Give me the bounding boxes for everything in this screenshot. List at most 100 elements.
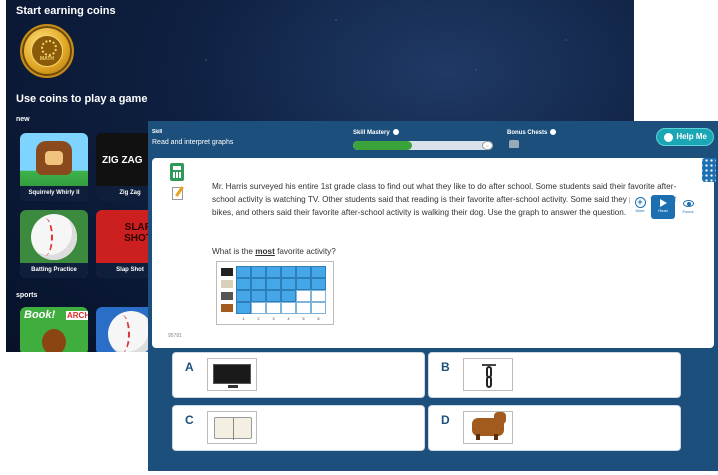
question-prompt: What is the most favorite activity? — [212, 247, 336, 256]
info-icon[interactable] — [550, 129, 557, 135]
baseball-icon — [31, 214, 77, 260]
game-tile-football[interactable]: Book! ARCH — [20, 307, 88, 352]
choice-letter: D — [441, 413, 450, 427]
graph-cell — [251, 278, 266, 290]
choice-letter: C — [185, 413, 194, 427]
mastery-goal-icon: ○ — [482, 141, 493, 150]
graph-cell — [266, 290, 281, 302]
help-icon — [664, 133, 673, 142]
coin-label: MATH — [31, 35, 63, 67]
more-tool-button[interactable]: + More — [630, 195, 650, 219]
question-id: 95781 — [168, 333, 182, 339]
game-art-text-2: ARCH — [66, 311, 88, 320]
graph-cell — [281, 302, 296, 314]
graph-cell — [266, 278, 281, 290]
graph-cell — [296, 302, 311, 314]
prompt-end: favorite activity? — [274, 247, 336, 256]
question-text: Mr. Harris surveyed his entire 1st grade… — [212, 182, 692, 218]
section-sports-label: sports — [16, 292, 38, 299]
answer-choice-b[interactable]: B — [428, 352, 681, 398]
earn-coins-heading: Start earning coins — [16, 5, 116, 17]
mastery-heading: Skill Mastery — [353, 129, 399, 136]
question-card: 95781 Mr. Harris surveyed his entire 1st… — [152, 158, 714, 348]
practice-top-bar: Skill Read and interpret graphs Skill Ma… — [148, 121, 718, 155]
game-art-text: Book! — [24, 309, 56, 321]
mastery-progress-fill — [353, 141, 412, 150]
skill-practice-panel: Skill Read and interpret graphs Skill Ma… — [148, 121, 718, 471]
graph-tick-label: 3 — [272, 316, 275, 321]
tv-icon — [221, 268, 233, 276]
graph-cell — [311, 266, 326, 278]
choice-letter: A — [185, 360, 194, 374]
graph-cell — [266, 266, 281, 278]
answer-choice-a[interactable]: A — [172, 352, 425, 398]
screenshot-stage: Start earning coins MATH Use coins to pl… — [0, 0, 718, 475]
mastery-heading-text: Skill Mastery — [353, 130, 390, 136]
graph-cell — [311, 302, 326, 314]
answer-picture — [463, 358, 513, 391]
answer-choice-d[interactable]: D — [428, 405, 681, 451]
game-tile-batting-practice[interactable]: Batting Practice — [20, 210, 88, 278]
mastery-progress-bar — [353, 141, 493, 150]
books-icon — [214, 417, 252, 440]
graph-cell — [236, 302, 251, 314]
graph-cell — [266, 302, 281, 314]
help-me-label: Help Me — [676, 132, 707, 141]
prompt-emphasis: most — [255, 247, 275, 256]
graph-tick-label: 6 — [317, 316, 320, 321]
focus-mode-button[interactable]: Focus — [676, 195, 700, 219]
bike-icon — [482, 362, 496, 388]
game-tile-squirrely-whirly[interactable]: Squirrely Whirly II — [20, 133, 88, 201]
game-title: Batting Practice — [20, 263, 88, 278]
dog-icon — [472, 412, 506, 440]
tv-icon — [213, 364, 251, 388]
game-title: Squirrely Whirly II — [20, 186, 88, 201]
answer-picture — [463, 411, 513, 444]
skill-heading: Skill — [152, 129, 163, 135]
books-icon — [221, 280, 233, 288]
graph-cell — [281, 266, 296, 278]
graph-cell — [296, 290, 311, 302]
plus-icon: + — [634, 197, 646, 208]
graph-cell — [296, 266, 311, 278]
apps-grid-icon[interactable] — [702, 158, 716, 182]
graph-cell — [236, 266, 251, 278]
graph-cell — [296, 278, 311, 290]
pictograph-grid — [236, 266, 328, 314]
football-icon — [42, 329, 66, 352]
graph-tick-label: 2 — [257, 316, 260, 321]
scratchpad-icon[interactable] — [172, 187, 183, 200]
read-aloud-button[interactable]: Read — [651, 195, 675, 219]
graph-tick-label: 5 — [302, 316, 305, 321]
use-coins-heading: Use coins to play a game — [16, 93, 148, 105]
read-label: Read — [658, 208, 668, 213]
answer-picture — [207, 411, 257, 444]
play-icon — [659, 199, 667, 207]
graph-cell — [311, 290, 326, 302]
more-label: More — [635, 208, 645, 213]
eye-icon — [682, 200, 694, 207]
graph-tick-label: 4 — [287, 316, 290, 321]
calculator-icon[interactable] — [170, 163, 184, 181]
zig-zag-logo: ZIG ZAG — [102, 155, 143, 166]
squirrel-icon — [36, 141, 72, 175]
choice-letter: B — [441, 360, 450, 374]
prompt-start: What is the — [212, 247, 256, 256]
graph-cell — [281, 290, 296, 302]
graph-cell — [251, 266, 266, 278]
focus-label: Focus — [682, 209, 694, 214]
help-me-button[interactable]: Help Me — [656, 128, 714, 146]
pictograph-chart: 1 2 3 4 5 6 — [216, 261, 334, 325]
dog-icon — [221, 304, 233, 312]
graph-cell — [251, 290, 266, 302]
reading-tools: + More Read Focus — [630, 195, 700, 219]
bonus-chests-heading: Bonus Chests — [507, 129, 557, 136]
answer-picture — [207, 358, 257, 391]
skill-name: Read and interpret graphs — [152, 139, 234, 146]
graph-tick-label: 1 — [242, 316, 245, 321]
info-icon[interactable] — [392, 129, 399, 135]
math-coin-icon[interactable]: MATH — [20, 24, 74, 78]
bike-icon — [221, 292, 233, 300]
answer-choice-c[interactable]: C — [172, 405, 425, 451]
graph-cell — [236, 278, 251, 290]
